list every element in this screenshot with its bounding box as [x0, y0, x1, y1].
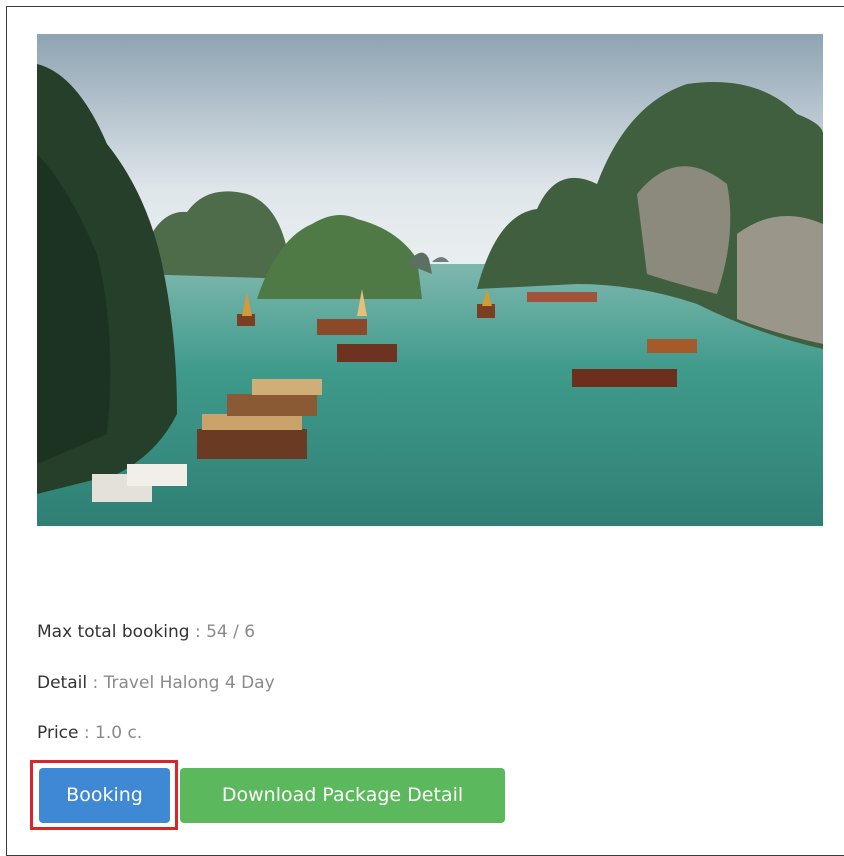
max-total-booking-label: Max total booking	[37, 622, 190, 642]
package-detail: Detail : Travel Halong 4 Day	[37, 673, 275, 693]
package-photo	[37, 34, 823, 526]
booking-button[interactable]: Booking	[39, 768, 170, 823]
max-total-booking: Max total booking : 54 / 6	[37, 622, 255, 642]
download-package-detail-button[interactable]: Download Package Detail	[180, 768, 505, 823]
package-detail-label: Detail	[37, 673, 88, 693]
package-price: Price : 1.0 c.	[37, 723, 142, 743]
package-price-value: : 1.0 c.	[78, 723, 143, 743]
landscape-photo-icon	[37, 34, 823, 526]
package-price-label: Price	[37, 723, 79, 743]
max-total-booking-value: : 54 / 6	[189, 622, 256, 642]
package-detail-value: : Travel Halong 4 Day	[87, 673, 275, 693]
